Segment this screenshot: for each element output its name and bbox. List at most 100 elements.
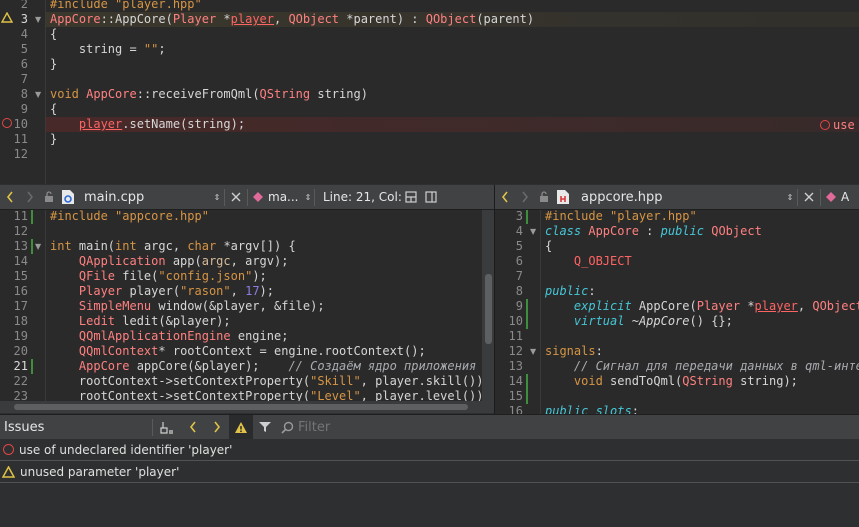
code-line: Q_OBJECT xyxy=(573,254,632,268)
left-editor-toolbar: main.cpp ⇕ ma... ⇕ Line: 21, Col: xyxy=(0,185,494,210)
symbol-selector[interactable]: ma... xyxy=(268,190,302,204)
line-number: 13 xyxy=(13,239,28,253)
issue-row-error[interactable]: use of undeclared identifier 'player' xyxy=(0,439,859,461)
line-number: 13 xyxy=(508,359,523,373)
issue-text: unused parameter 'player' xyxy=(20,464,180,479)
code-line: rootContext->setContextProperty("Skill",… xyxy=(50,374,482,388)
file-dropdown-arrow-icon[interactable]: ⇕ xyxy=(783,185,797,210)
back-button[interactable] xyxy=(0,185,20,210)
line-number: 14 xyxy=(13,254,28,268)
scrollbar-thumb[interactable] xyxy=(14,404,468,410)
close-document-button[interactable] xyxy=(225,185,247,210)
code-line: class AppCore : public QObject xyxy=(545,224,762,238)
fold-arrow-icon[interactable]: ▼ xyxy=(35,239,45,254)
change-marker xyxy=(526,299,528,314)
file-selector[interactable]: appcore.hpp xyxy=(573,190,783,205)
funnel-icon xyxy=(259,422,271,432)
forward-button[interactable] xyxy=(515,185,535,210)
code-line: SimpleMenu window(&player, &file); xyxy=(78,299,325,313)
close-icon xyxy=(231,192,241,202)
line-number: 18 xyxy=(13,314,28,328)
issues-title: Issues xyxy=(4,419,45,435)
line-number: 17 xyxy=(13,299,28,313)
error-marker-icon xyxy=(2,118,12,128)
split-icon[interactable] xyxy=(401,185,421,210)
line-number: 9 xyxy=(20,102,28,116)
code-line: #include "player.hpp" xyxy=(50,0,202,11)
cursor-position[interactable]: Line: 21, Col: xyxy=(315,190,401,204)
code-line: } xyxy=(50,57,58,71)
line-number: 15 xyxy=(13,269,28,283)
line-number: 7 xyxy=(515,269,523,283)
left-vertical-scrollbar[interactable] xyxy=(482,210,494,401)
chevron-left-icon xyxy=(6,191,13,203)
code-line: virtual ~AppCore() {}; xyxy=(573,314,733,328)
top-editor[interactable]: 2 #include "player.hpp" 3 ▼ AppCore::AppCore… xyxy=(0,0,859,184)
scrollbar-thumb[interactable] xyxy=(485,274,492,344)
line-number: 4 xyxy=(515,224,523,238)
code-line: #include "appcore.hpp" xyxy=(50,210,209,223)
right-editor[interactable]: 3 #include "player.hpp" 4 ▼ class AppCore : … xyxy=(495,210,859,414)
issue-row-warning[interactable]: unused parameter 'player' xyxy=(0,461,859,483)
inline-error: use xyxy=(820,118,855,132)
chevron-right-icon xyxy=(214,421,221,433)
change-marker xyxy=(31,210,33,224)
chevron-right-icon xyxy=(522,191,529,203)
line-number: 6 xyxy=(20,57,28,71)
line-number: 11 xyxy=(13,210,28,223)
code-line: rootContext->setContextProperty("Level",… xyxy=(50,389,482,401)
line-number: 15 xyxy=(508,389,523,403)
code-line: QApplication app(argc, argv); xyxy=(78,254,289,268)
left-editor[interactable]: 11 #include "appcore.hpp" 12 13 ▼ int main(in… xyxy=(0,210,482,401)
fold-arrow-icon[interactable]: ▼ xyxy=(530,344,540,359)
code-line: signals: xyxy=(545,344,603,358)
code-line: explicit AppCore(Player *player, QObject… xyxy=(573,299,859,313)
inline-error-text: use xyxy=(833,118,855,132)
line-number: 4 xyxy=(20,27,28,41)
left-horizontal-scrollbar[interactable] xyxy=(0,401,494,413)
code-line: player.setName(string); xyxy=(46,117,859,132)
split-side-icon[interactable] xyxy=(421,185,441,210)
back-button[interactable] xyxy=(495,185,515,210)
change-marker xyxy=(31,239,33,254)
next-issue-button[interactable] xyxy=(205,421,229,433)
symbol-selector[interactable]: A xyxy=(841,190,849,204)
filter-field[interactable] xyxy=(277,418,441,437)
previous-issue-button[interactable] xyxy=(181,421,205,433)
fold-arrow-icon[interactable]: ▼ xyxy=(35,12,45,27)
change-marker xyxy=(526,374,528,389)
symbol-dropdown-arrow-icon[interactable]: ⇕ xyxy=(302,185,314,210)
lock-icon xyxy=(535,185,553,210)
inline-error-icon xyxy=(820,120,830,130)
forward-button[interactable] xyxy=(20,185,40,210)
filter-input[interactable] xyxy=(298,419,438,435)
clean-issues-button[interactable] xyxy=(153,420,181,434)
code-line: #include "player.hpp" xyxy=(545,210,697,223)
code-line: AppCore::AppCore(Player *player, QObject… xyxy=(46,12,859,27)
line-number: 23 xyxy=(13,389,28,401)
close-icon xyxy=(804,192,814,202)
warning-marker-icon xyxy=(0,11,14,26)
close-document-button[interactable] xyxy=(798,185,820,210)
code-line: QQmlContext* rootContext = engine.rootCo… xyxy=(78,344,426,358)
code-line: QQmlApplicationEngine engine; xyxy=(78,329,289,343)
line-number: 22 xyxy=(13,374,28,388)
line-number: 6 xyxy=(515,254,523,268)
issue-text: use of undeclared identifier 'player' xyxy=(19,442,233,457)
change-marker xyxy=(31,359,33,374)
chevron-left-icon xyxy=(501,191,508,203)
warning-icon xyxy=(235,421,247,433)
show-warnings-toggle[interactable] xyxy=(229,414,253,440)
filter-by-categories-button[interactable] xyxy=(253,420,277,434)
fold-arrow-icon[interactable]: ▼ xyxy=(530,224,540,239)
code-line: void sendToQml(QString string); xyxy=(573,374,798,388)
code-line: // Сигнал для передачи данных в qml-инте… xyxy=(573,359,859,373)
symbol-icon xyxy=(821,185,841,210)
chevron-right-icon xyxy=(27,191,34,203)
code-line: QFile file("config.json"); xyxy=(78,269,267,283)
line-number: 16 xyxy=(13,284,28,298)
file-dropdown-arrow-icon[interactable]: ⇕ xyxy=(210,185,224,210)
file-selector[interactable]: main.cpp xyxy=(78,190,210,205)
fold-arrow-icon[interactable]: ▼ xyxy=(35,87,45,102)
code-line: { xyxy=(545,239,553,253)
